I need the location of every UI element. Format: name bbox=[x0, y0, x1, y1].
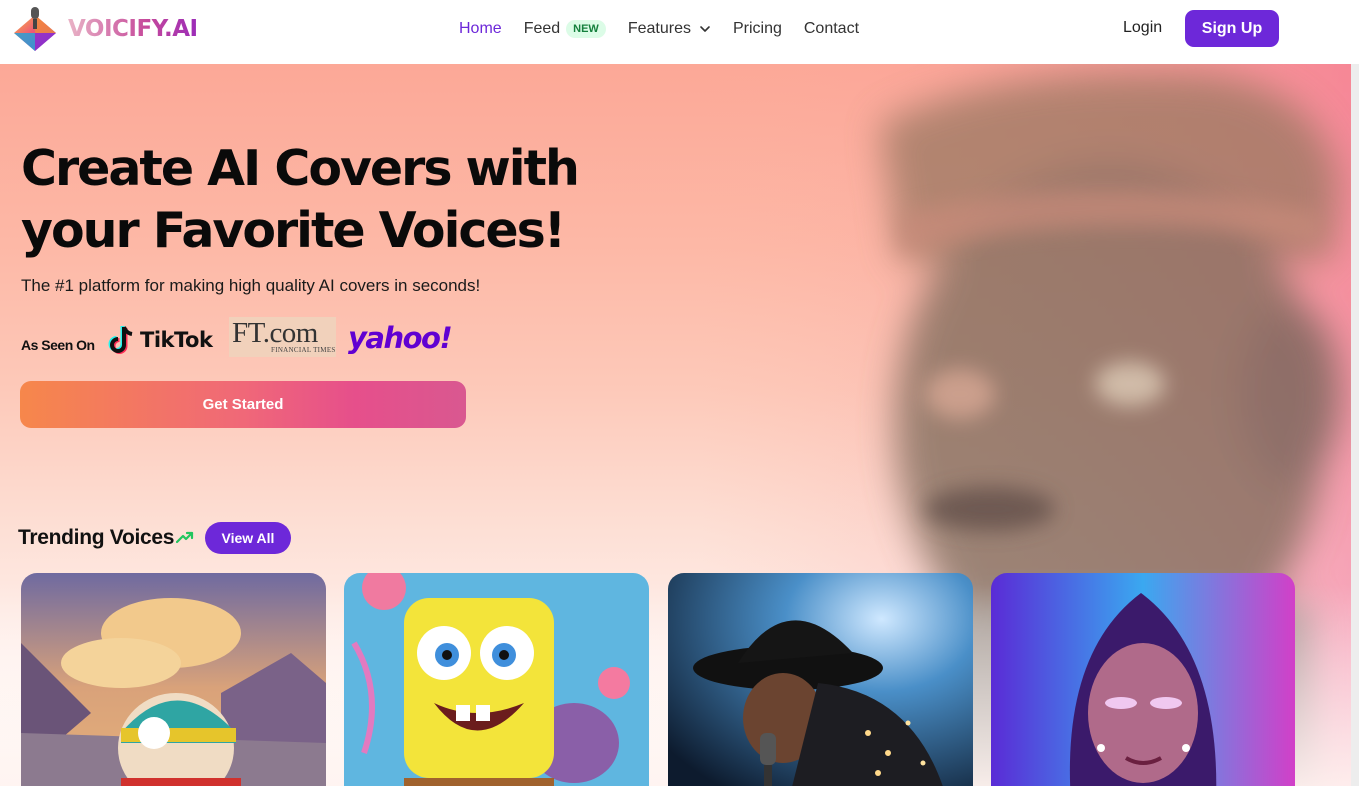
microphone-diamond-icon bbox=[14, 7, 56, 51]
ft-logo: FT.com FINANCIAL TIMES bbox=[229, 317, 336, 357]
top-navbar: VOICIFY.AI Home Feed NEW Features Pricin… bbox=[0, 0, 1359, 64]
nav-feed[interactable]: Feed NEW bbox=[524, 20, 606, 38]
signup-button[interactable]: Sign Up bbox=[1185, 10, 1279, 47]
tiktok-note-icon bbox=[108, 326, 133, 354]
nav-features-label: Features bbox=[627, 20, 691, 37]
voice-card-ariana[interactable] bbox=[991, 573, 1295, 786]
trending-up-icon bbox=[176, 531, 194, 544]
voice-card-image bbox=[668, 573, 973, 786]
voice-card-image bbox=[344, 573, 649, 786]
brand-name: VOICIFY.AI bbox=[68, 16, 198, 42]
ft-subtitle: FINANCIAL TIMES bbox=[271, 346, 336, 354]
hero-subtitle: The #1 platform for making high quality … bbox=[21, 276, 481, 295]
as-seen-on-label: As Seen On bbox=[21, 337, 95, 353]
voice-card-image bbox=[991, 573, 1295, 786]
voice-card-image bbox=[21, 573, 326, 786]
headline-line-2: your Favorite Voices! bbox=[21, 202, 566, 259]
view-all-button[interactable]: View All bbox=[205, 522, 291, 554]
headline-line-1: Create AI Covers with bbox=[21, 140, 580, 197]
nav-home[interactable]: Home bbox=[459, 20, 502, 38]
voice-card-michael-jackson[interactable] bbox=[668, 573, 973, 786]
main-nav: Home Feed NEW Features Pricing Contact bbox=[459, 0, 881, 58]
voice-card-cartman[interactable] bbox=[21, 573, 326, 786]
login-link[interactable]: Login bbox=[1123, 19, 1162, 37]
brand-logo[interactable]: VOICIFY.AI bbox=[12, 5, 198, 53]
yahoo-logo: yahoo! bbox=[348, 321, 453, 355]
hero-section: Create AI Covers with your Favorite Voic… bbox=[0, 64, 1359, 786]
nav-features[interactable]: Features bbox=[628, 20, 711, 38]
voice-card-spongebob[interactable] bbox=[344, 573, 649, 786]
nav-feed-label: Feed bbox=[523, 20, 561, 37]
chevron-down-icon bbox=[700, 26, 710, 32]
nav-pricing[interactable]: Pricing bbox=[733, 20, 782, 38]
hero-headline: Create AI Covers with your Favorite Voic… bbox=[21, 138, 601, 262]
get-started-button[interactable]: Get Started bbox=[20, 381, 466, 428]
nav-contact[interactable]: Contact bbox=[804, 20, 859, 38]
trending-voices-title: Trending Voices bbox=[18, 526, 175, 549]
new-badge: NEW bbox=[566, 20, 606, 38]
tiktok-logo: TikTok bbox=[108, 324, 213, 356]
tiktok-wordmark: TikTok bbox=[140, 328, 213, 352]
